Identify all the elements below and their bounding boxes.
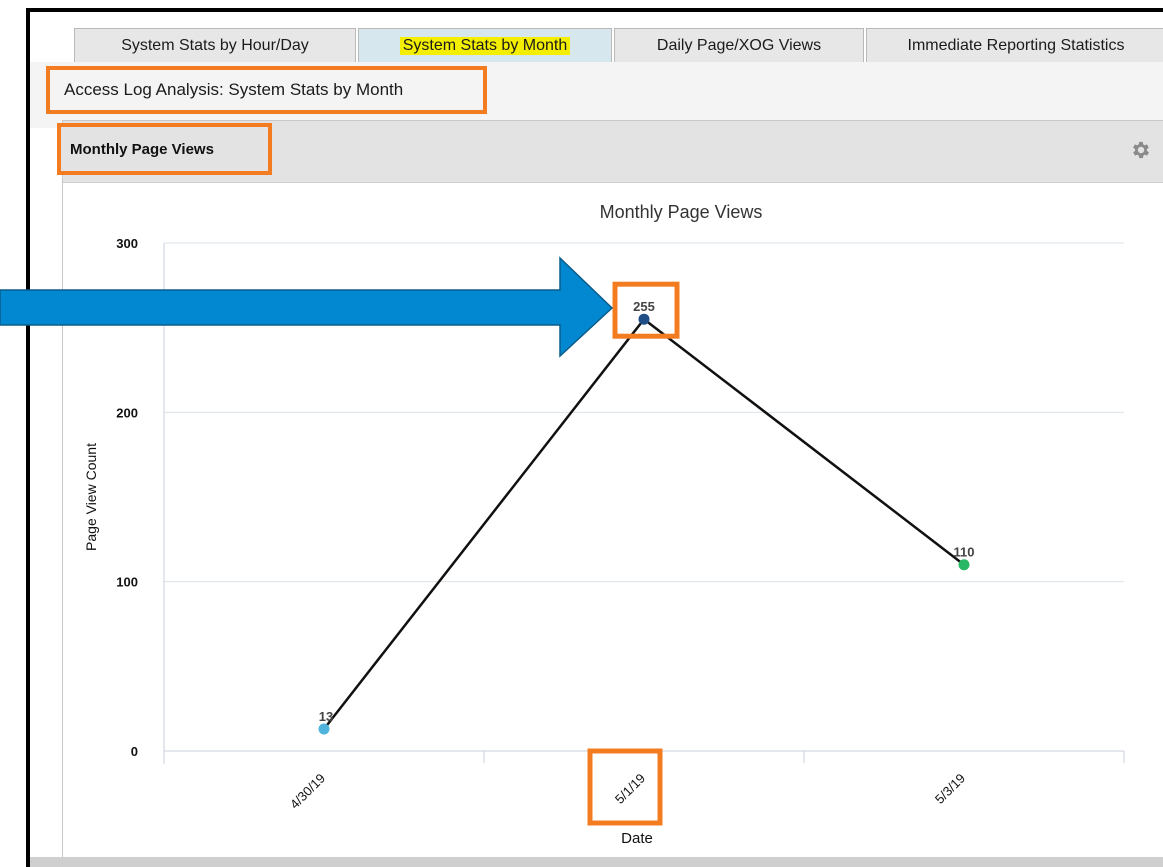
line-chart: Monthly Page Views 0 100 200 300 Page View Co… xyxy=(0,202,1125,847)
y-tick-label: 0 xyxy=(131,744,138,759)
data-point xyxy=(638,313,650,325)
y-axis-title: Page View Count xyxy=(83,443,99,551)
arrow-right-icon xyxy=(0,256,614,358)
x-tick-label: 5/1/19 xyxy=(612,771,648,807)
data-label: 110 xyxy=(954,545,975,560)
chart-title: Monthly Page Views xyxy=(600,202,763,222)
data-point xyxy=(318,723,330,735)
y-tick-label: 300 xyxy=(116,236,138,251)
y-tick-label: 200 xyxy=(116,405,138,420)
data-label: 255 xyxy=(633,299,655,314)
x-tick-label: 4/30/19 xyxy=(287,771,328,812)
series-line xyxy=(323,317,965,730)
x-tick-label: 5/3/19 xyxy=(932,771,968,807)
data-label: 13 xyxy=(319,709,333,724)
y-tick-label: 100 xyxy=(116,575,138,590)
data-point xyxy=(958,559,970,571)
x-axis-title: Date xyxy=(621,830,653,847)
